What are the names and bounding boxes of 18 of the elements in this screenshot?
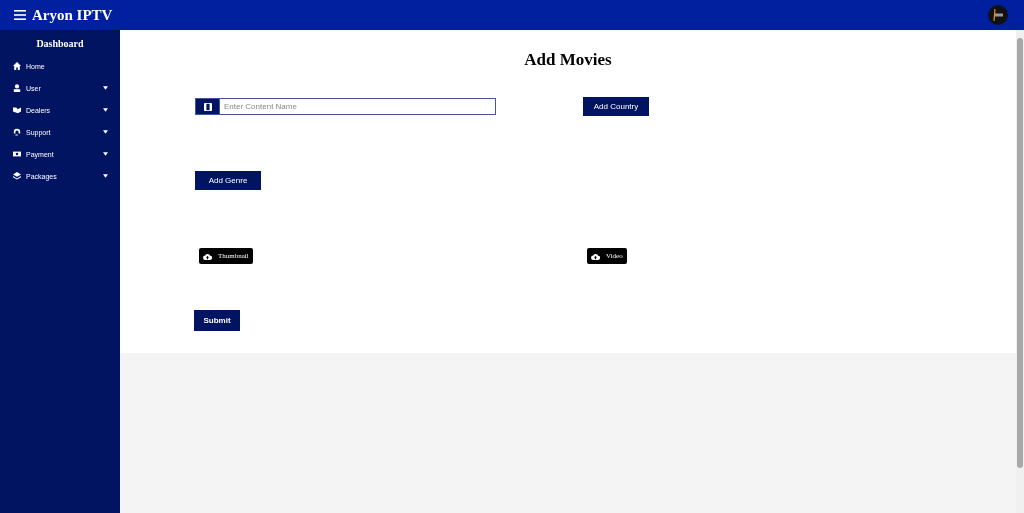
cloud-upload-icon <box>203 252 212 260</box>
headset-icon <box>13 128 21 136</box>
app-title: Aryon IPTV <box>32 6 113 24</box>
add-genre-button[interactable]: Add Genre <box>195 171 261 190</box>
menu-icon[interactable] <box>14 10 26 20</box>
money-icon <box>13 150 21 158</box>
page-title: Add Movies <box>523 50 613 70</box>
submit-button[interactable]: Submit <box>194 310 240 331</box>
film-icon <box>195 98 219 115</box>
avatar-icon[interactable] <box>988 5 1008 25</box>
cloud-upload-icon <box>591 252 600 260</box>
layers-icon <box>13 172 21 180</box>
content-name-field[interactable]: Enter Content Name <box>219 98 496 115</box>
sidebar-heading: Dashboard <box>35 38 85 49</box>
scrollbar[interactable] <box>1016 30 1024 513</box>
add-country-button[interactable]: Add Country <box>583 97 649 116</box>
user-icon <box>13 84 21 92</box>
home-icon <box>13 62 21 70</box>
